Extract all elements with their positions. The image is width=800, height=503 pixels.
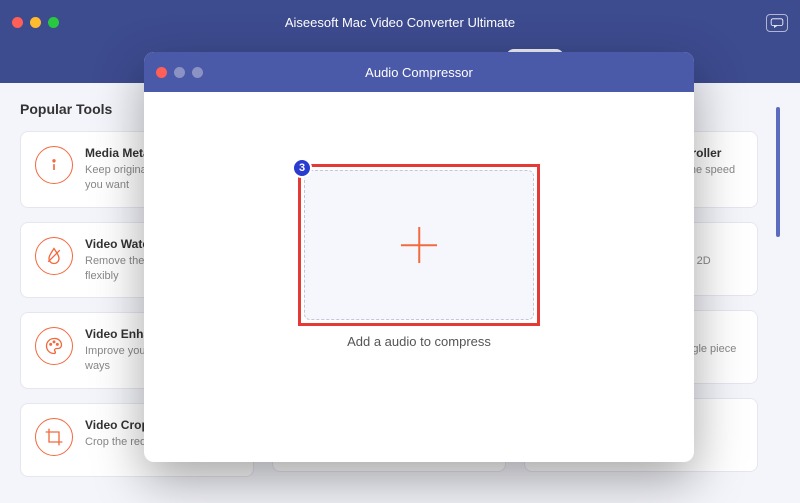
audio-compressor-modal: Audio Compressor 3 Add a audio to compre…	[144, 52, 694, 462]
info-icon	[35, 146, 73, 184]
modal-zoom-button	[192, 67, 203, 78]
modal-titlebar: Audio Compressor	[144, 52, 694, 92]
scrollbar[interactable]	[776, 107, 780, 503]
annotation-step-badge: 3	[292, 158, 312, 178]
plus-icon	[401, 227, 437, 263]
main-titlebar: Aiseesoft Mac Video Converter Ultimate	[0, 0, 800, 45]
scrollbar-thumb[interactable]	[776, 107, 780, 237]
droplet-slash-icon	[35, 237, 73, 275]
modal-title: Audio Compressor	[144, 65, 694, 80]
close-window-button[interactable]	[12, 17, 23, 28]
dropzone-wrap: 3	[304, 170, 534, 320]
dropzone-label: Add a audio to compress	[347, 334, 491, 349]
modal-minimize-button	[174, 67, 185, 78]
zoom-window-button[interactable]	[48, 17, 59, 28]
add-audio-dropzone[interactable]	[304, 170, 534, 320]
minimize-window-button[interactable]	[30, 17, 41, 28]
modal-close-button[interactable]	[156, 67, 167, 78]
feedback-button[interactable]	[766, 14, 788, 32]
crop-icon	[35, 418, 73, 456]
window-controls	[12, 17, 59, 28]
modal-body: 3 Add a audio to compress	[144, 92, 694, 462]
main-window-title: Aiseesoft Mac Video Converter Ultimate	[0, 15, 800, 30]
speech-bubble-icon	[770, 18, 784, 28]
palette-icon	[35, 327, 73, 365]
